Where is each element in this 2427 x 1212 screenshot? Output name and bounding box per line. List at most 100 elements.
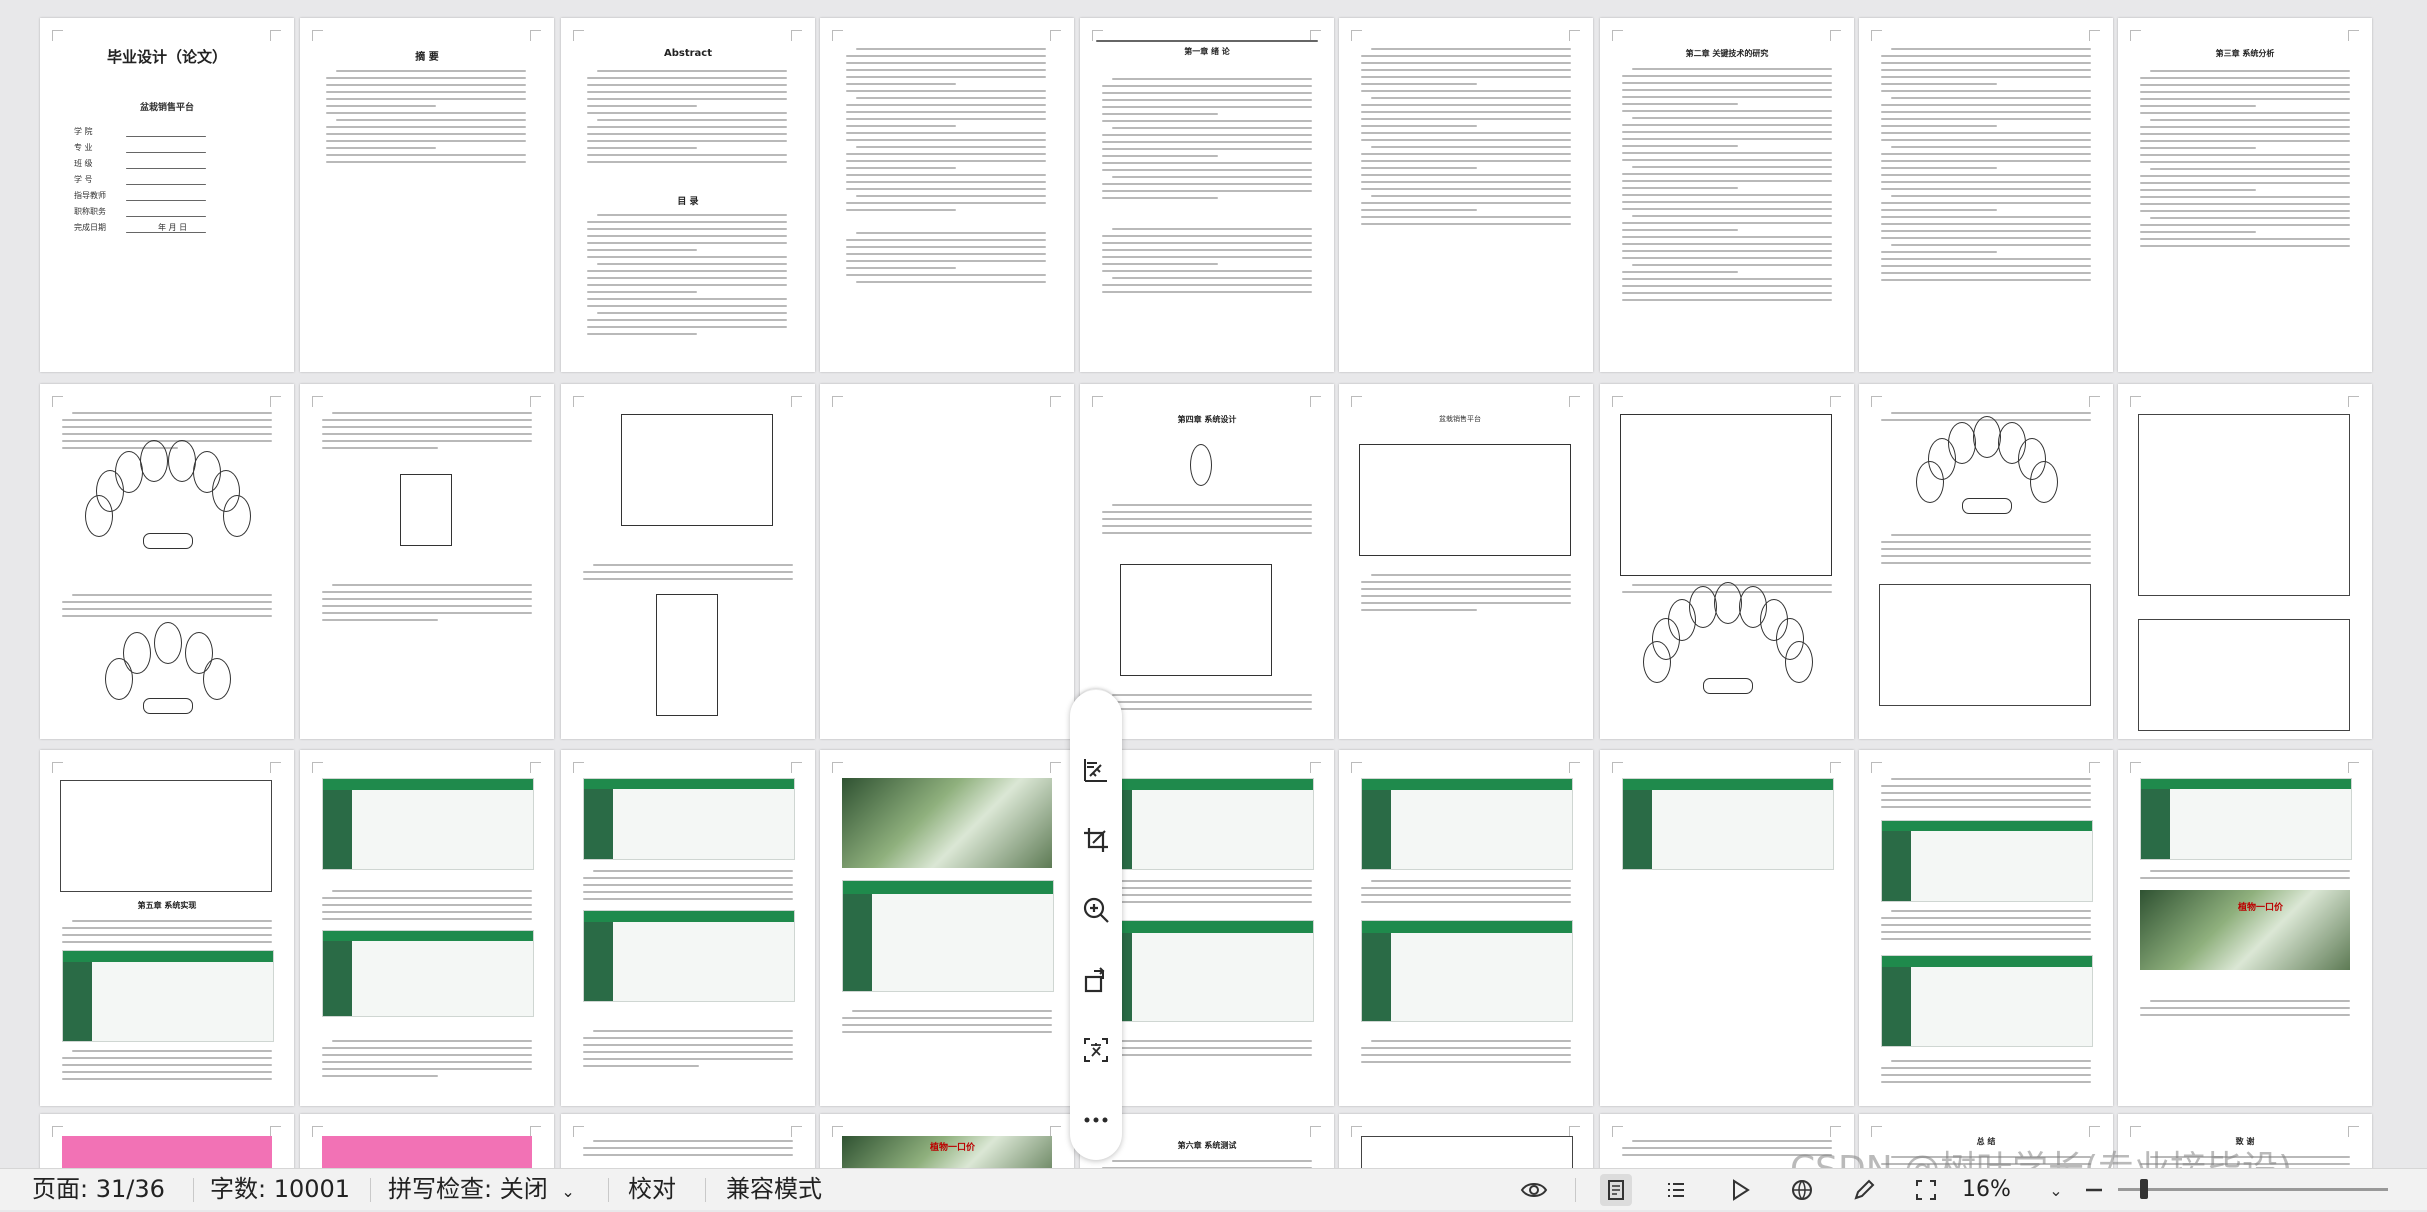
text-line <box>583 884 793 886</box>
zoom-level[interactable]: 16% <box>1962 1169 2011 1210</box>
crop-icon[interactable] <box>1076 820 1116 860</box>
text-line <box>1891 97 2091 99</box>
figure-sidebar <box>323 941 353 1016</box>
text-line <box>1102 106 1312 108</box>
translate-icon[interactable] <box>1076 1030 1116 1070</box>
zoom-slider[interactable] <box>2118 1188 2388 1191</box>
text-line <box>2140 210 2350 212</box>
text-line <box>326 112 526 114</box>
zoom-dropdown-icon[interactable]: ⌄ <box>2040 1174 2072 1206</box>
pen-icon[interactable] <box>1848 1174 1880 1206</box>
rotate-icon[interactable] <box>1076 960 1116 1000</box>
document-page-thumbnail[interactable] <box>561 1114 815 1168</box>
proofread-button[interactable]: 校对 <box>628 1169 676 1210</box>
text-line <box>1632 117 1832 119</box>
document-page-thumbnail[interactable] <box>820 384 1074 739</box>
zoom-slider-handle[interactable] <box>2140 1179 2148 1199</box>
document-page-thumbnail[interactable]: 第二章 关键技术的研究 <box>1600 18 1854 372</box>
text-line <box>1112 504 1312 506</box>
zoom-out-icon[interactable] <box>2078 1174 2110 1206</box>
text-line <box>852 1010 1052 1012</box>
spell-check-toggle[interactable]: 拼写检查: 关闭 ⌄ <box>388 1169 575 1210</box>
document-page-thumbnail[interactable] <box>820 18 1074 372</box>
zoom-in-icon[interactable] <box>1076 890 1116 930</box>
text-line <box>62 1078 272 1080</box>
text-line <box>1881 792 2091 794</box>
document-page-thumbnail[interactable]: 毕业设计（论文） 盆栽销售平台学 院专 业班 级学 号指导教师 职称职务 完成日期 年 … <box>40 18 294 372</box>
text-line <box>322 440 532 442</box>
text-line <box>1622 285 1832 287</box>
page-indicator[interactable]: 页面: 31/36 <box>32 1169 165 1210</box>
crop-mark <box>1569 396 1580 407</box>
text-line <box>1361 1047 1571 1049</box>
document-page-thumbnail[interactable]: 植物一口价 <box>820 1114 1074 1168</box>
text-line <box>1881 174 2091 176</box>
document-page-thumbnail[interactable] <box>561 384 815 739</box>
text-line <box>1881 230 2091 232</box>
document-page-thumbnail[interactable] <box>1339 1114 1593 1168</box>
document-page-thumbnail[interactable] <box>561 750 815 1106</box>
text-line <box>587 333 697 335</box>
crop-mark <box>1871 762 1882 773</box>
document-page-thumbnail[interactable] <box>300 384 554 739</box>
document-page-thumbnail[interactable] <box>1859 750 2113 1106</box>
document-page-thumbnail[interactable]: 摘 要 <box>300 18 554 372</box>
document-page-thumbnail[interactable] <box>40 384 294 739</box>
document-page-thumbnail[interactable]: 第一章 绪 论 <box>1080 18 1334 372</box>
text-line <box>1881 90 2091 92</box>
word-count[interactable]: 字数: 10001 <box>210 1169 350 1210</box>
crop-mark <box>312 396 323 407</box>
figure-header-bar <box>1882 821 2092 831</box>
diagram-ellipse <box>1714 582 1742 624</box>
document-page-thumbnail[interactable] <box>1859 18 2113 372</box>
fit-page-icon[interactable] <box>1910 1174 1942 1206</box>
text-line <box>1371 880 1571 882</box>
page-view-icon[interactable] <box>1600 1174 1632 1206</box>
document-page-thumbnail[interactable]: 第五章 系统实现 <box>40 750 294 1106</box>
eye-icon[interactable] <box>1518 1174 1550 1206</box>
document-page-thumbnail[interactable] <box>300 750 554 1106</box>
document-page-thumbnail[interactable]: 第四章 系统设计 <box>1080 384 1334 739</box>
document-page-thumbnail[interactable]: Abstract 目 录 <box>561 18 815 372</box>
globe-icon[interactable] <box>1786 1174 1818 1206</box>
text-line <box>1881 209 1997 211</box>
document-page-thumbnail[interactable] <box>1600 384 1854 739</box>
text-line <box>62 1071 272 1073</box>
document-page-thumbnail[interactable] <box>1339 750 1593 1106</box>
document-page-thumbnail[interactable] <box>1859 384 2113 739</box>
text-line <box>1622 124 1832 126</box>
document-page-thumbnail[interactable] <box>40 1114 294 1168</box>
document-page-thumbnail[interactable] <box>300 1114 554 1168</box>
document-page-thumbnail[interactable]: 第三章 系统分析 <box>2118 18 2372 372</box>
document-multipage-view[interactable]: 毕业设计（论文） 盆栽销售平台学 院专 业班 级学 号指导教师 职称职务 完成日期年 … <box>0 0 2427 1168</box>
outline-list-icon[interactable] <box>1660 1174 1692 1206</box>
text-line <box>846 209 956 211</box>
ruler-icon[interactable] <box>1076 750 1116 790</box>
text-line <box>2140 105 2256 107</box>
cover-field-line <box>126 200 206 201</box>
document-page-thumbnail[interactable] <box>1339 18 1593 372</box>
diagram-ellipse <box>140 440 169 483</box>
text-line <box>2140 112 2350 114</box>
ui-screenshot-figure <box>2140 778 2352 860</box>
text-line <box>846 104 1046 106</box>
document-page-thumbnail[interactable] <box>2118 384 2372 739</box>
document-page-thumbnail[interactable]: 植物一口价 <box>2118 750 2372 1106</box>
text-line <box>1102 1047 1312 1049</box>
text-line <box>2140 84 2350 86</box>
text-line <box>1102 197 1218 199</box>
more-icon[interactable] <box>1076 1100 1116 1140</box>
chevron-down-icon: ⌄ <box>561 1182 575 1201</box>
crop-mark <box>1612 1126 1623 1137</box>
document-page-thumbnail[interactable] <box>820 750 1074 1106</box>
text-line <box>1102 284 1312 286</box>
text-line <box>587 105 697 107</box>
text-line <box>1622 110 1832 112</box>
play-icon[interactable] <box>1724 1174 1756 1206</box>
document-page-thumbnail[interactable] <box>1600 750 1854 1106</box>
text-line <box>587 98 787 100</box>
text-line <box>1361 894 1571 896</box>
module-tree <box>1359 444 1571 556</box>
text-line <box>322 447 438 449</box>
document-page-thumbnail[interactable]: 盆栽销售平台 <box>1339 384 1593 739</box>
